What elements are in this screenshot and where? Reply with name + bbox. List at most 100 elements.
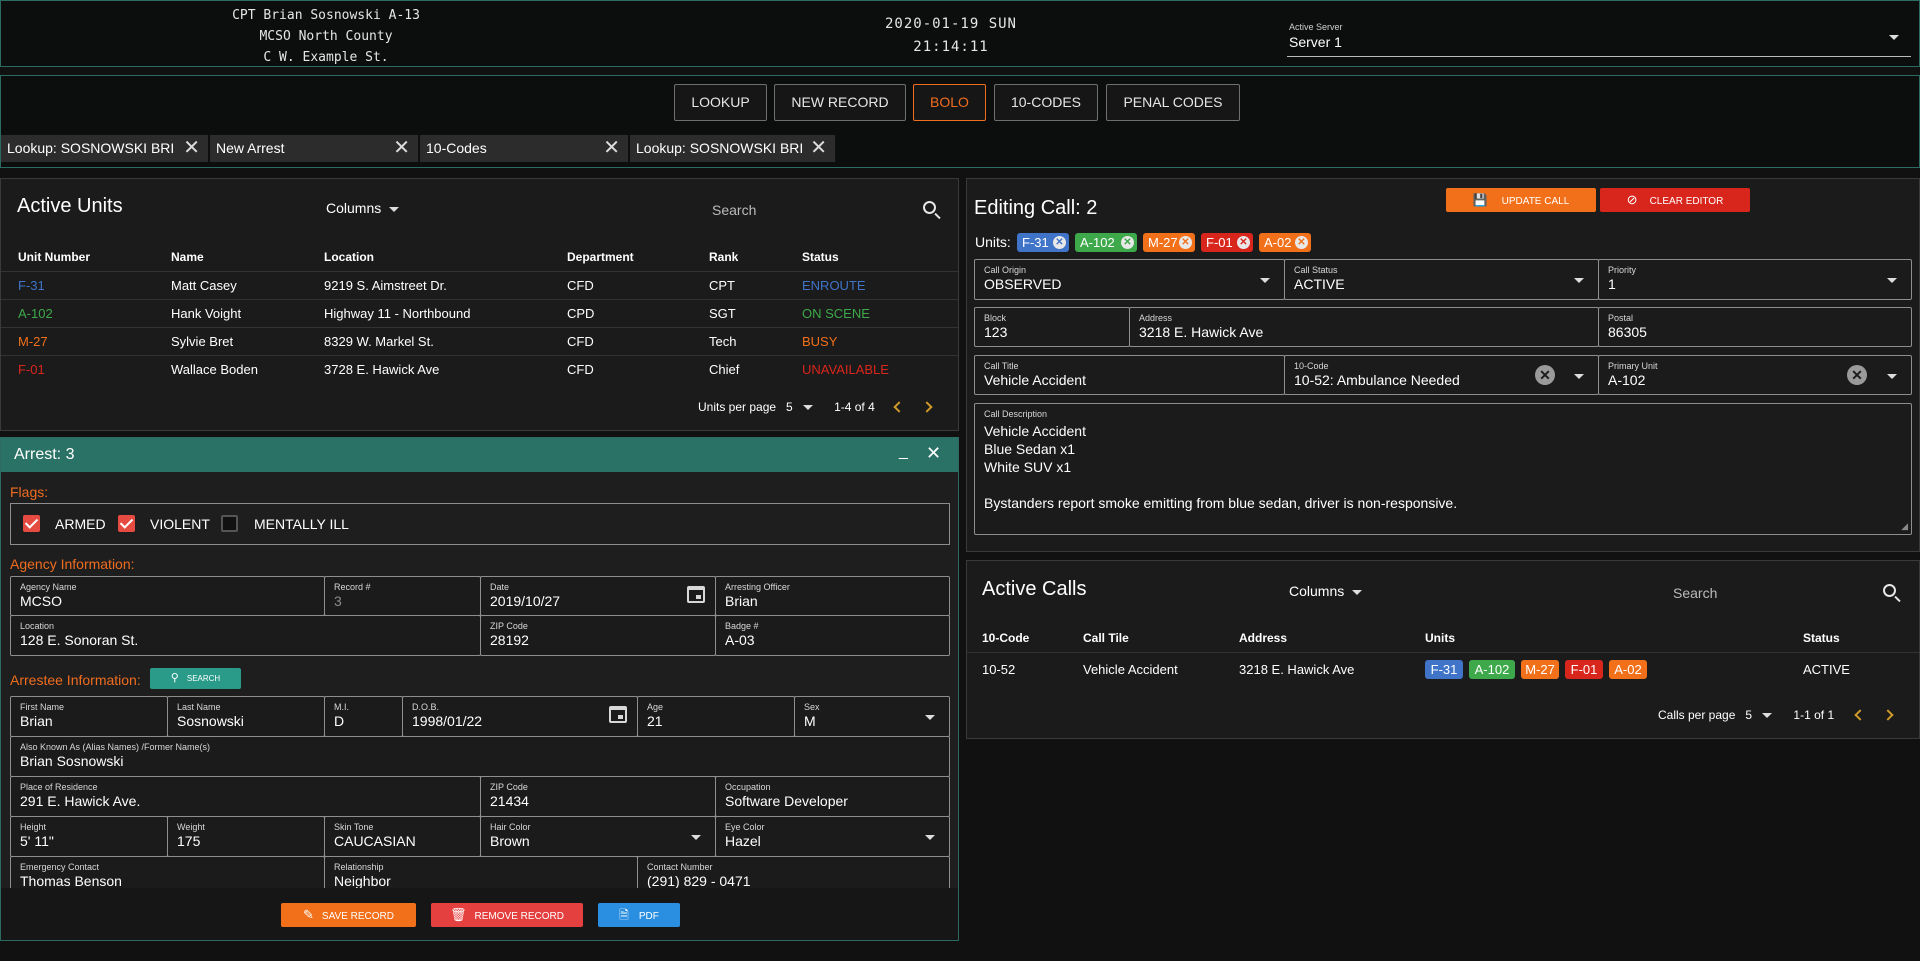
table-row[interactable]: M-27 Sylvie Bret 8329 W. Markel St. CFD Tech… — [1, 326, 958, 355]
call-status-select[interactable]: Call Status ACTIVE — [1284, 259, 1599, 300]
primary-unit-select[interactable]: Primary Unit A-102 ✕ — [1598, 355, 1912, 395]
active-server-select[interactable]: Active Server Server 1 — [1287, 17, 1911, 57]
mentally-ill-checkbox[interactable] — [221, 515, 238, 532]
close-icon[interactable]: ✕ — [183, 135, 200, 161]
violent-checkbox[interactable] — [118, 515, 135, 532]
alias-names-field[interactable]: Also Known As (Alias Names) /Former Name… — [10, 736, 950, 777]
ten-code-select[interactable]: 10-Code 10-52: Ambulance Needed ✕ — [1284, 355, 1599, 395]
lookup-button[interactable]: LOOKUP — [674, 84, 767, 121]
col-location[interactable]: Location — [324, 243, 567, 271]
next-page-icon[interactable] — [1882, 709, 1894, 721]
clear-icon[interactable]: ✕ — [1847, 365, 1867, 385]
unit-chip[interactable]: F-01 ✕ — [1201, 233, 1253, 252]
dob-field[interactable]: D.O.B. 1998/01/22 — [402, 696, 638, 737]
arresting-officer-field[interactable]: Arresting Officer Brian — [715, 576, 950, 616]
prev-page-icon[interactable] — [893, 401, 905, 413]
skin-tone-field[interactable]: Skin Tone CAUCASIAN — [324, 816, 481, 857]
tab-lookup-2[interactable]: Lookup: SOSNOWSKI BRI ✕ — [630, 135, 836, 162]
table-row[interactable]: 10-52 Vehicle Accident 3218 E. Hawick Ave F… — [967, 651, 1919, 686]
unit-chip[interactable]: F-31 ✕ — [1017, 233, 1069, 252]
armed-checkbox[interactable] — [23, 515, 40, 532]
hair-color-select[interactable]: Hair Color Brown — [480, 816, 716, 857]
address-field[interactable]: Address 3218 E. Hawick Ave — [1129, 307, 1599, 347]
emergency-contact-field[interactable]: Emergency Contact Thomas Benson — [10, 856, 325, 888]
postal-field[interactable]: Postal 86305 — [1598, 307, 1912, 347]
badge-number-field[interactable]: Badge # A-03 — [715, 615, 950, 656]
weight-field[interactable]: Weight 175 — [167, 816, 325, 857]
arrestee-zip-field[interactable]: ZIP Code 21434 — [480, 776, 716, 817]
save-record-button[interactable]: ✎ SAVE RECORD — [281, 903, 416, 927]
close-icon[interactable]: ✕ — [393, 135, 410, 161]
close-icon[interactable]: ✕ — [603, 135, 620, 161]
per-page-select[interactable]: 5 — [1745, 708, 1752, 722]
col-unit-number[interactable]: Unit Number — [1, 243, 171, 271]
first-name-field[interactable]: First Name Brian — [10, 696, 168, 737]
residence-field[interactable]: Place of Residence 291 E. Hawick Ave. — [10, 776, 481, 817]
next-page-icon[interactable] — [921, 401, 933, 413]
arrestee-fields-scroll[interactable]: First Name Brian Last Name Sosnowski M.I. D… — [1, 696, 958, 888]
priority-select[interactable]: Priority 1 — [1598, 259, 1912, 300]
remove-chip-icon[interactable]: ✕ — [1237, 236, 1250, 249]
col-status[interactable]: Status — [802, 243, 958, 271]
clear-editor-button[interactable]: ⊘ CLEAR EDITOR — [1600, 188, 1750, 212]
unit-chip[interactable]: M-27 ✕ — [1143, 233, 1195, 252]
col-department[interactable]: Department — [567, 243, 709, 271]
col-call-title[interactable]: Call Tile — [1083, 624, 1239, 652]
calendar-icon[interactable] — [609, 706, 627, 723]
tab-new-arrest[interactable]: New Arrest ✕ — [210, 135, 419, 162]
search-icon[interactable] — [923, 201, 936, 214]
tab-ten-codes[interactable]: 10-Codes ✕ — [420, 135, 629, 162]
bolo-button[interactable]: BOLO — [913, 84, 986, 121]
height-field[interactable]: Height 5' 11" — [10, 816, 168, 857]
call-description-textarea[interactable]: Call Description Vehicle Accident Blue S… — [974, 403, 1912, 535]
arrest-date-field[interactable]: Date 2019/10/27 — [480, 576, 716, 616]
agency-name-field[interactable]: Agency Name MCSO — [10, 576, 325, 616]
caret-down-icon[interactable] — [802, 405, 813, 411]
remove-chip-icon[interactable]: ✕ — [1295, 236, 1308, 249]
remove-chip-icon[interactable]: ✕ — [1053, 236, 1066, 249]
unit-chip[interactable]: A-02 ✕ — [1259, 233, 1311, 252]
prev-page-icon[interactable] — [1854, 709, 1866, 721]
last-name-field[interactable]: Last Name Sosnowski — [167, 696, 325, 737]
call-title-field[interactable]: Call Title Vehicle Accident — [974, 355, 1285, 395]
remove-chip-icon[interactable]: ✕ — [1179, 236, 1192, 249]
col-name[interactable]: Name — [171, 243, 324, 271]
calendar-icon[interactable] — [687, 586, 705, 603]
col-status[interactable]: Status — [1803, 624, 1919, 652]
clear-icon[interactable]: ✕ — [1535, 365, 1555, 385]
units-search-input[interactable]: Search — [712, 202, 756, 218]
pdf-button[interactable]: 🗎 PDF — [598, 903, 680, 927]
remove-record-button[interactable]: 🗑 REMOVE RECORD — [431, 903, 583, 927]
unit-chip[interactable]: A-102 ✕ — [1075, 233, 1137, 252]
relationship-field[interactable]: Relationship Neighbor — [324, 856, 638, 888]
location-field[interactable]: Location 128 E. Sonoran St. — [10, 615, 481, 656]
col-rank[interactable]: Rank — [709, 243, 802, 271]
calls-search-input[interactable]: Search — [1673, 585, 1717, 601]
columns-menu[interactable]: Columns — [1289, 583, 1363, 599]
eye-color-select[interactable]: Eye Color Hazel — [715, 816, 950, 857]
agency-zip-field[interactable]: ZIP Code 28192 — [480, 615, 716, 656]
age-field[interactable]: Age 21 — [637, 696, 795, 737]
table-row[interactable]: F-31 Matt Casey 9219 S. Aimstreet Dr. CFD CP… — [1, 270, 958, 299]
columns-menu[interactable]: Columns — [326, 200, 400, 216]
table-row[interactable]: F-01 Wallace Boden 3728 E. Hawick Ave CFD Ch… — [1, 354, 958, 383]
close-icon[interactable]: ✕ — [926, 443, 941, 464]
contact-number-field[interactable]: Contact Number (291) 829 - 0471 — [637, 856, 950, 888]
caret-down-icon[interactable] — [1762, 713, 1773, 719]
ten-codes-button[interactable]: 10-CODES — [994, 84, 1098, 121]
col-address[interactable]: Address — [1239, 624, 1425, 652]
block-field[interactable]: Block 123 — [974, 307, 1130, 347]
call-origin-select[interactable]: Call Origin OBSERVED — [974, 259, 1285, 300]
update-call-button[interactable]: 💾 UPDATE CALL — [1446, 188, 1596, 212]
search-icon[interactable] — [1883, 584, 1896, 597]
col-units[interactable]: Units — [1425, 624, 1803, 652]
tab-lookup-1[interactable]: Lookup: SOSNOWSKI BRI ✕ — [1, 135, 209, 162]
sex-select[interactable]: Sex M — [794, 696, 950, 737]
search-button[interactable]: ⚲ SEARCH — [150, 668, 241, 689]
resize-handle-icon[interactable]: ◢ — [1901, 521, 1908, 532]
per-page-select[interactable]: 5 — [786, 400, 793, 414]
col-ten-code[interactable]: 10-Code — [967, 624, 1083, 652]
new-record-button[interactable]: NEW RECORD — [774, 84, 906, 121]
minimize-icon[interactable]: _ — [899, 443, 908, 461]
occupation-field[interactable]: Occupation Software Developer — [715, 776, 950, 817]
